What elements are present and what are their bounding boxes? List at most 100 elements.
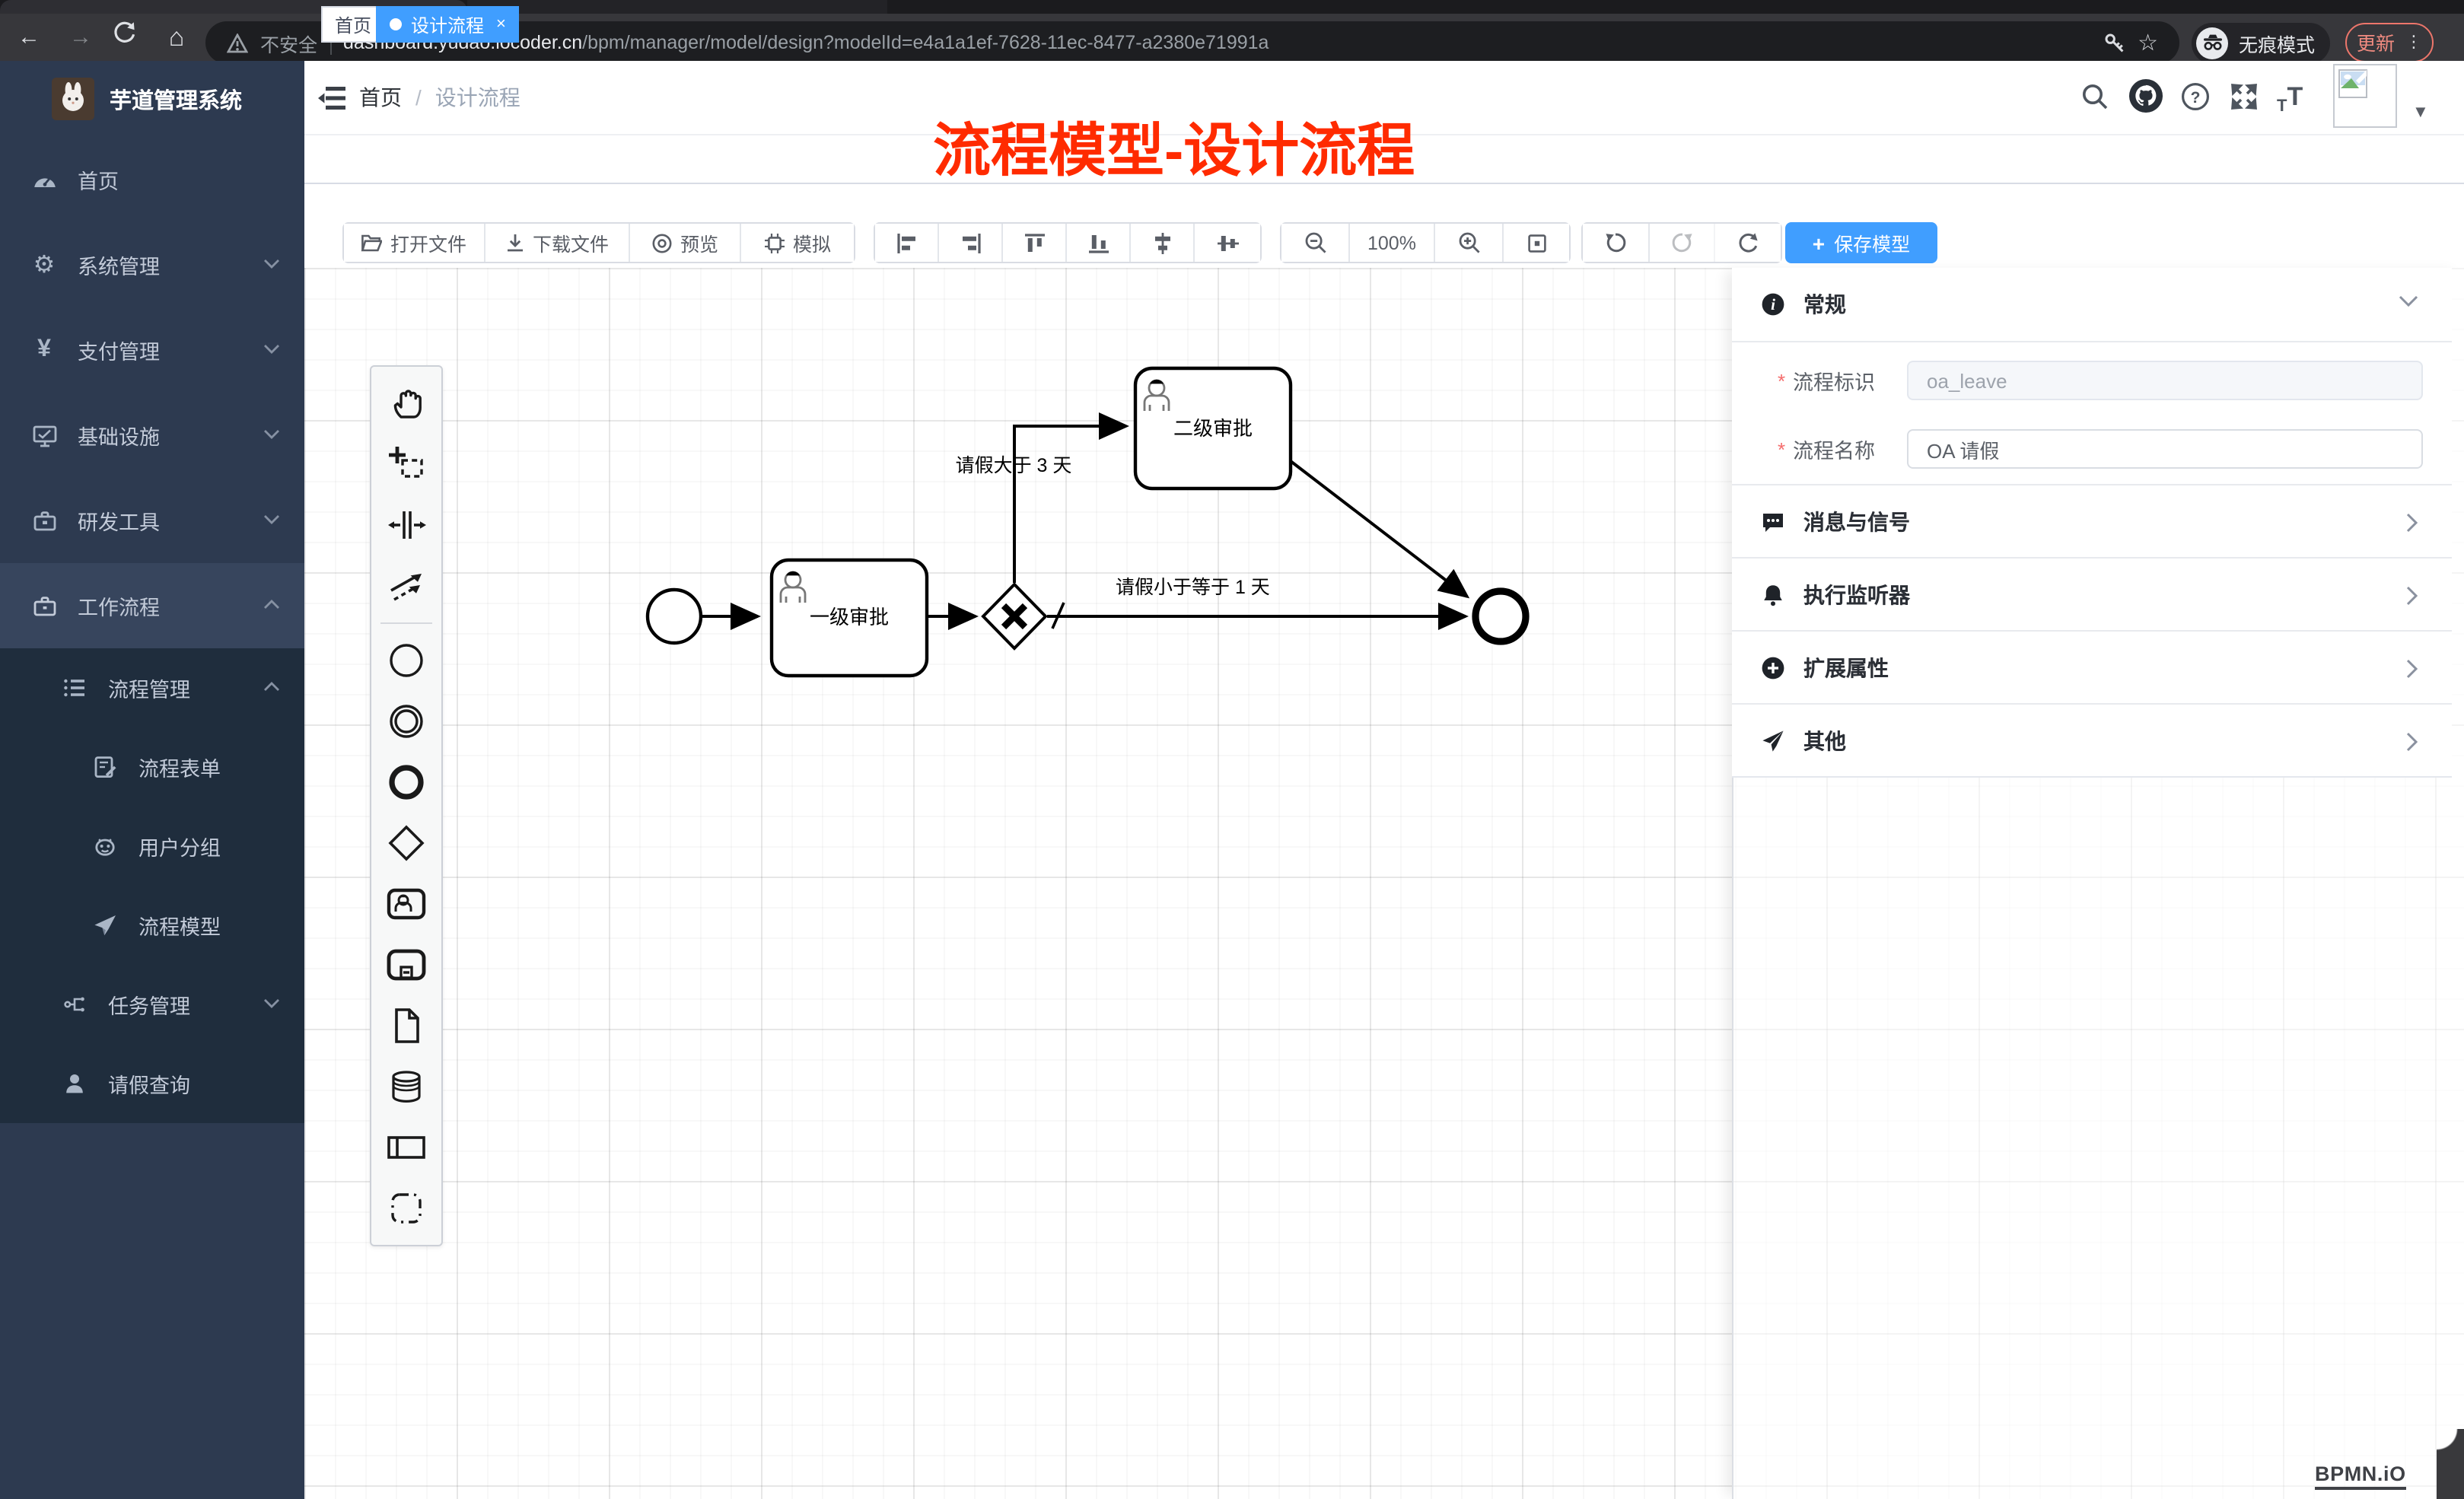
sidebar-item-process-model[interactable]: 流程模型 xyxy=(0,886,304,965)
browser-menu-icon[interactable]: ⋮ xyxy=(2405,32,2422,52)
message-icon xyxy=(1761,509,1785,533)
browser-back-icon[interactable]: ← xyxy=(12,14,46,61)
github-icon[interactable] xyxy=(2129,79,2163,113)
download-file-button[interactable]: 下载文件 xyxy=(485,224,630,262)
browser-home-icon[interactable]: ⌂ xyxy=(160,14,193,61)
chevron-down-icon xyxy=(263,514,280,525)
button-label: 打开文件 xyxy=(390,228,466,257)
annotation-title: 流程模型-设计流程 xyxy=(933,103,1415,187)
zoom-in-button[interactable] xyxy=(1435,224,1504,262)
fullscreen-icon[interactable] xyxy=(2230,82,2259,111)
briefcase-icon xyxy=(30,593,58,619)
breadcrumb-home[interactable]: 首页 xyxy=(359,82,402,113)
hand-tool[interactable] xyxy=(371,373,441,434)
sidebar-item-system[interactable]: ⚙ 系统管理 xyxy=(0,222,304,307)
sidebar-fold-icon[interactable] xyxy=(318,85,347,111)
robot-face-icon xyxy=(91,834,119,858)
simulate-button[interactable]: 模拟 xyxy=(741,224,854,262)
sidebar-item-process-mgmt[interactable]: 流程管理 xyxy=(0,648,304,727)
sidebar-item-leave-query[interactable]: 请假查询 xyxy=(0,1044,304,1123)
preview-button[interactable]: 预览 xyxy=(630,224,741,262)
bookmark-star-icon[interactable]: ☆ xyxy=(2138,29,2158,56)
toolbox-icon xyxy=(30,508,58,533)
incognito-badge: 无痕模式 xyxy=(2192,22,2330,63)
redo-button[interactable] xyxy=(1650,224,1715,262)
align-top-icon xyxy=(1023,232,1045,253)
sidebar-item-user-group[interactable]: 用户分组 xyxy=(0,807,304,886)
field-process-name: * 流程名称 xyxy=(1732,429,2452,469)
section-other[interactable]: 其他 xyxy=(1732,705,2452,778)
create-gateway[interactable] xyxy=(371,813,441,874)
sidebar-item-home[interactable]: 首页 xyxy=(0,137,304,222)
required-mark: * xyxy=(1778,438,1785,461)
create-start-event[interactable] xyxy=(371,630,441,691)
person-icon xyxy=(61,1071,88,1096)
button-label: 下载文件 xyxy=(533,228,609,257)
align-left-button[interactable] xyxy=(875,224,939,262)
browser-forward-icon[interactable]: → xyxy=(64,14,97,61)
create-intermediate-event[interactable] xyxy=(371,691,441,752)
password-key-icon[interactable] xyxy=(2103,31,2125,54)
section-execution-listeners[interactable]: 执行监听器 xyxy=(1732,559,2452,632)
sidebar-item-devtools[interactable]: 研发工具 xyxy=(0,478,304,563)
section-general[interactable]: i 常规 xyxy=(1732,268,2452,342)
align-right-button[interactable] xyxy=(939,224,1003,262)
zoom-out-button[interactable] xyxy=(1281,224,1350,262)
incognito-label: 无痕模式 xyxy=(2239,28,2315,57)
gear-icon: ⚙ xyxy=(30,250,58,280)
tab-close-icon[interactable]: × xyxy=(496,15,506,33)
bpmn-io-watermark[interactable]: BPMN.iO xyxy=(2315,1462,2406,1490)
restart-button[interactable] xyxy=(1715,224,1781,262)
sidebar-item-task-mgmt[interactable]: 任务管理 xyxy=(0,965,304,1044)
fit-viewport-button[interactable] xyxy=(1504,224,1569,262)
create-participant[interactable] xyxy=(371,1117,441,1178)
svg-text:i: i xyxy=(1771,295,1775,313)
browser-inactive-tab[interactable] xyxy=(467,0,887,14)
undo-button[interactable] xyxy=(1583,224,1650,262)
list-tree-icon xyxy=(61,676,88,700)
avatar-caret-icon[interactable]: ▼ xyxy=(2412,103,2429,122)
process-name-input[interactable] xyxy=(1907,429,2423,469)
sidebar-item-infrastructure[interactable]: 基础设施 xyxy=(0,393,304,478)
create-end-event[interactable] xyxy=(371,752,441,813)
yen-icon: ¥ xyxy=(30,336,58,364)
create-data-store[interactable] xyxy=(371,1056,441,1117)
process-key-input[interactable] xyxy=(1907,361,2423,400)
create-data-object[interactable] xyxy=(371,995,441,1056)
sidebar-item-process-form[interactable]: 流程表单 xyxy=(0,727,304,807)
align-bottom-button[interactable] xyxy=(1067,224,1131,262)
section-messages-signals[interactable]: 消息与信号 xyxy=(1732,485,2452,559)
browser-update-button[interactable]: 更新 ⋮ xyxy=(2345,22,2434,62)
global-connect-tool[interactable] xyxy=(371,555,441,616)
required-mark: * xyxy=(1778,370,1785,393)
space-tool[interactable] xyxy=(371,495,441,555)
align-center-horizontal-button[interactable] xyxy=(1195,224,1260,262)
help-icon[interactable]: ? xyxy=(2181,82,2210,111)
align-center-vertical-button[interactable] xyxy=(1131,224,1195,262)
font-size-icon[interactable]: TT xyxy=(2277,79,2303,116)
create-group[interactable] xyxy=(371,1178,441,1239)
sidebar-item-workflow[interactable]: 工作流程 xyxy=(0,563,304,648)
browser-reload-icon[interactable] xyxy=(113,20,146,44)
app-logo-row[interactable]: 芋道管理系统 xyxy=(0,61,304,137)
open-file-button[interactable]: 打开文件 xyxy=(344,224,485,262)
sidebar-item-label: 流程表单 xyxy=(138,752,221,782)
tab-design-process[interactable]: 设计流程 × xyxy=(376,6,520,43)
avatar[interactable] xyxy=(2333,64,2397,128)
create-call-activity[interactable] xyxy=(371,934,441,995)
search-icon[interactable] xyxy=(2080,82,2109,111)
sidebar-item-label: 系统管理 xyxy=(78,250,160,280)
plus-icon: + xyxy=(1813,231,1825,255)
app-logo xyxy=(52,78,94,120)
create-user-task[interactable] xyxy=(371,874,441,934)
plus-circle-icon xyxy=(1761,655,1785,679)
align-top-button[interactable] xyxy=(1003,224,1067,262)
palette-divider xyxy=(380,622,432,624)
zoom-level-display[interactable]: 100% xyxy=(1350,224,1435,262)
properties-panel-card: i 常规 * 流程标识 * 流程名称 消息与信号 执行监听器 xyxy=(1732,268,2452,778)
section-extended-properties[interactable]: 扩展属性 xyxy=(1732,632,2452,705)
save-model-button[interactable]: + 保存模型 xyxy=(1785,222,1937,263)
lasso-tool[interactable] xyxy=(371,434,441,495)
sidebar-item-payment[interactable]: ¥ 支付管理 xyxy=(0,307,304,393)
sidebar: 芋道管理系统 首页 ⚙ 系统管理 ¥ 支付管理 基础设施 xyxy=(0,61,304,1499)
